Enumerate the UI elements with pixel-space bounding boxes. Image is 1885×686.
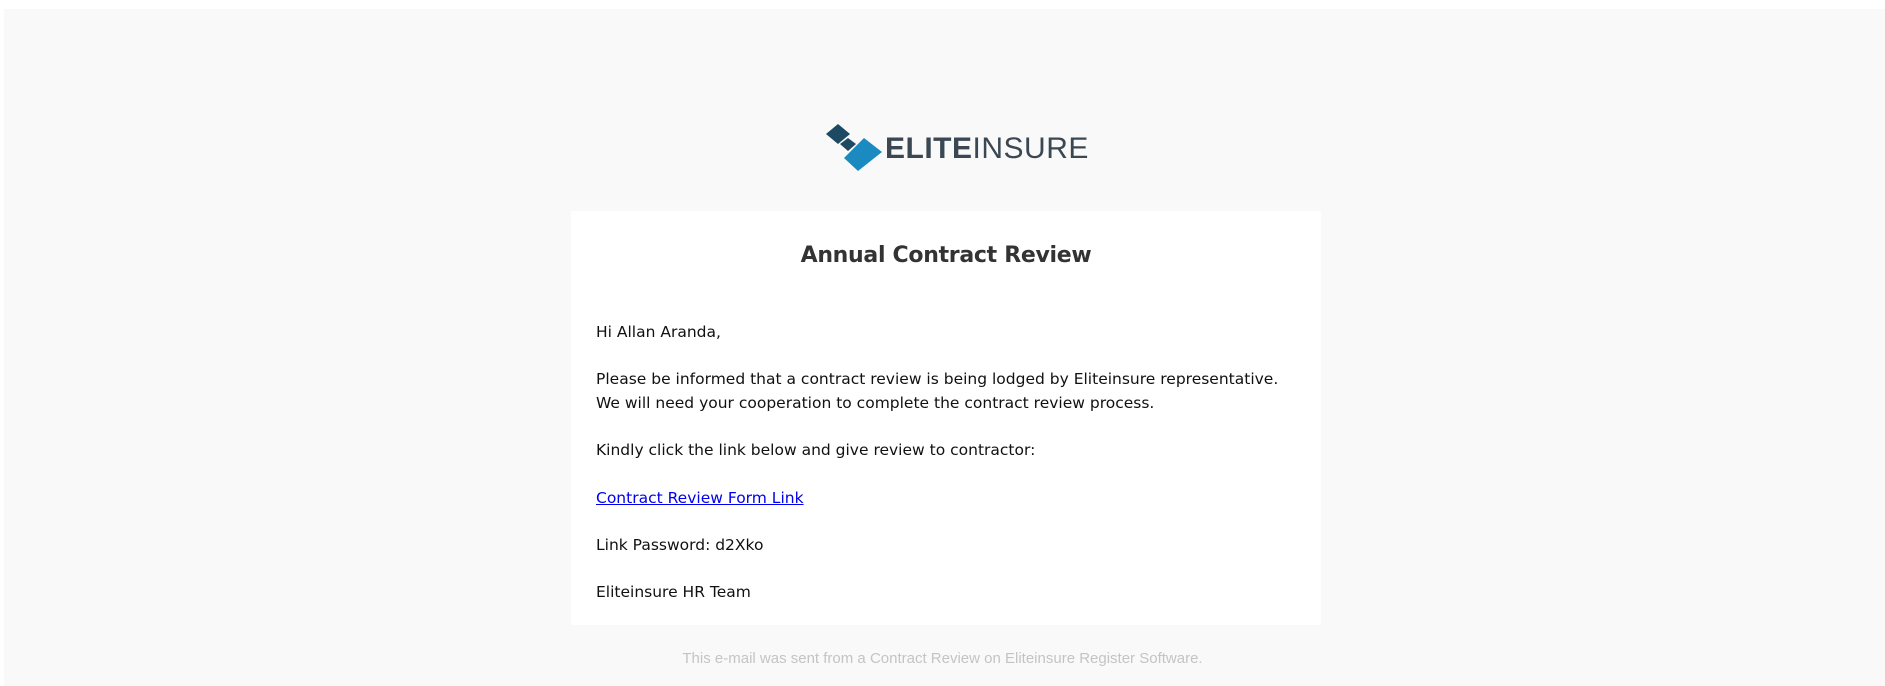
contract-review-form-link[interactable]: Contract Review Form Link: [596, 486, 1296, 510]
instruction-paragraph: Kindly click the link below and give rev…: [596, 441, 1036, 459]
eliteinsure-logo: ELITEINSURE: [826, 124, 1088, 174]
link-password-text: Link Password: d2Xko: [596, 536, 764, 554]
greeting-text: Hi Allan Aranda,: [596, 323, 721, 341]
diamond-logo-icon: [826, 124, 882, 171]
footer-note: This e-mail was sent from a Contract Rev…: [682, 650, 1203, 667]
logo-wordmark: ELITEINSURE: [885, 132, 1089, 165]
body-paragraph: Please be informed that a contract revie…: [596, 370, 1279, 412]
email-card: Annual Contract Review Hi Allan Aranda, …: [571, 211, 1321, 625]
signature-text: Eliteinsure HR Team: [596, 583, 751, 601]
email-title: Annual Contract Review: [800, 243, 1092, 268]
